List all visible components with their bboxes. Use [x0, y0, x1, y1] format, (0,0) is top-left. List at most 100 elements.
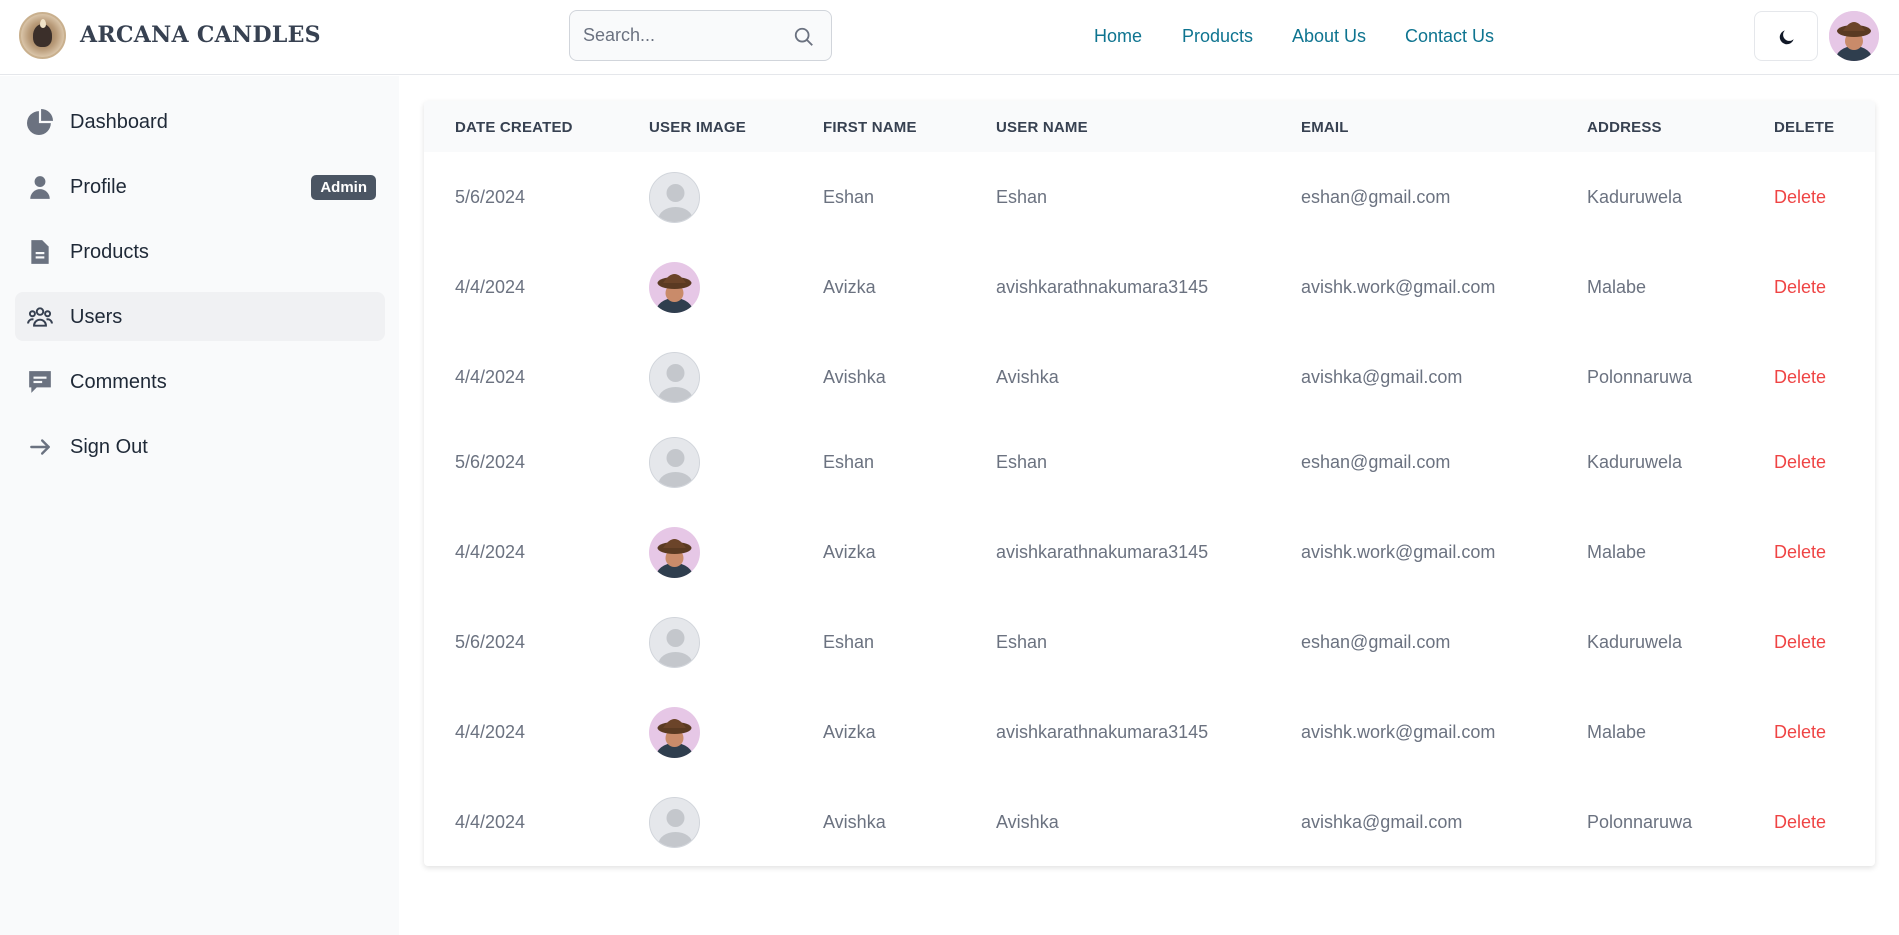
cell-date: 5/6/2024: [455, 187, 526, 207]
cell-first-name: Avizka: [823, 277, 876, 297]
user-avatar-image: [649, 527, 700, 578]
cell-date: 4/4/2024: [455, 367, 526, 387]
admin-badge: Admin: [311, 175, 376, 200]
sidebar-item-products[interactable]: Products: [15, 227, 385, 276]
cell-address: Malabe: [1587, 722, 1647, 742]
nav-home-link[interactable]: Home: [1094, 26, 1142, 47]
default-avatar-image: [649, 172, 700, 223]
cell-email: avishk.work@gmail.com: [1301, 277, 1496, 297]
cell-first-name: Avishka: [823, 812, 886, 832]
sidebar-item-comments[interactable]: Comments: [15, 357, 385, 406]
delete-user-link[interactable]: Delete: [1774, 542, 1826, 563]
cell-date: 4/4/2024: [455, 542, 526, 562]
sidebar-item-sign-out[interactable]: Sign Out: [15, 422, 385, 471]
cell-address: Polonnaruwa: [1587, 812, 1693, 832]
cell-user-name: avishkarathnakumara3145: [996, 722, 1209, 742]
cell-email: avishka@gmail.com: [1301, 812, 1463, 832]
sidebar-item-label: Sign Out: [70, 436, 148, 458]
cell-first-name: Eshan: [823, 632, 875, 652]
cell-email: avishka@gmail.com: [1301, 367, 1463, 387]
cell-date: 5/6/2024: [455, 452, 526, 472]
cell-address: Kaduruwela: [1587, 632, 1683, 652]
cell-email: eshan@gmail.com: [1301, 452, 1451, 472]
cell-date: 4/4/2024: [455, 812, 526, 832]
cell-email: eshan@gmail.com: [1301, 632, 1451, 652]
column-header-delete: DELETE: [1774, 119, 1835, 136]
delete-user-link[interactable]: Delete: [1774, 812, 1826, 833]
user-avatar-image: [649, 262, 700, 313]
delete-user-link[interactable]: Delete: [1774, 452, 1826, 473]
search-box[interactable]: [569, 10, 832, 61]
table-row: 4/4/2024 Avizka avishkarathnakumara3145 avi…: [424, 507, 1875, 597]
sidebar-item-users[interactable]: Users: [15, 292, 385, 341]
cell-address: Kaduruwela: [1587, 187, 1683, 207]
sidebar-item-label: Comments: [70, 371, 167, 393]
cell-email: avishk.work@gmail.com: [1301, 542, 1496, 562]
default-avatar-image: [649, 617, 700, 668]
table-row: 4/4/2024 Avishka Avishka avishka@gmail.com P…: [424, 332, 1875, 422]
table-row: 4/4/2024 Avizka avishkarathnakumara3145 avi…: [424, 687, 1875, 777]
default-avatar-image: [649, 797, 700, 848]
column-header-email: EMAIL: [1301, 119, 1349, 136]
sidebar-item-label: Products: [70, 241, 149, 263]
cell-first-name: Avizka: [823, 542, 876, 562]
cell-address: Kaduruwela: [1587, 452, 1683, 472]
cell-first-name: Avizka: [823, 722, 876, 742]
user-avatar-image: [649, 707, 700, 758]
cell-email: avishk.work@gmail.com: [1301, 722, 1496, 742]
chat-icon: [29, 371, 51, 393]
cell-user-name: avishkarathnakumara3145: [996, 542, 1209, 562]
cell-user-name: Eshan: [996, 187, 1048, 207]
document-icon: [31, 240, 49, 264]
search-icon[interactable]: [793, 26, 815, 48]
sidebar-item-label: Dashboard: [70, 111, 168, 133]
user-icon: [30, 176, 50, 199]
default-avatar-image: [649, 437, 700, 488]
arrow-right-icon: [30, 439, 50, 455]
column-header-first-name: FIRST NAME: [823, 119, 917, 136]
sidebar: Dashboard Profile Admin Products Users C…: [0, 76, 399, 935]
users-table: DATE CREATED USER IMAGE FIRST NAME USER …: [424, 101, 1875, 866]
nav-contact-link[interactable]: Contact Us: [1405, 26, 1494, 47]
search-input[interactable]: [583, 11, 783, 60]
column-header-user-name: USER NAME: [996, 119, 1088, 136]
cell-user-name: Avishka: [996, 367, 1059, 387]
cell-date: 4/4/2024: [455, 722, 526, 742]
nav-products-link[interactable]: Products: [1182, 26, 1253, 47]
cell-first-name: Eshan: [823, 452, 875, 472]
moon-icon: [1779, 30, 1794, 45]
default-avatar-image: [649, 352, 700, 403]
cell-address: Polonnaruwa: [1587, 367, 1693, 387]
top-navbar: ARCANA CANDLES Home Products About Us Co…: [0, 0, 1899, 75]
cell-first-name: Eshan: [823, 187, 875, 207]
cell-date: 4/4/2024: [455, 277, 526, 297]
delete-user-link[interactable]: Delete: [1774, 722, 1826, 743]
cell-email: eshan@gmail.com: [1301, 187, 1451, 207]
cell-date: 5/6/2024: [455, 632, 526, 652]
sidebar-item-label: Profile: [70, 176, 127, 198]
delete-user-link[interactable]: Delete: [1774, 367, 1826, 388]
cell-user-name: avishkarathnakumara3145: [996, 277, 1209, 297]
cell-user-name: Eshan: [996, 452, 1048, 472]
cell-user-name: Avishka: [996, 812, 1059, 832]
table-row: 5/6/2024 Eshan Eshan eshan@gmail.com Kaduruw…: [424, 597, 1875, 687]
users-group-icon: [27, 307, 53, 327]
user-avatar[interactable]: [1829, 11, 1879, 61]
delete-user-link[interactable]: Delete: [1774, 277, 1826, 298]
cell-address: Malabe: [1587, 542, 1647, 562]
delete-user-link[interactable]: Delete: [1774, 187, 1826, 208]
sidebar-item-dashboard[interactable]: Dashboard: [15, 97, 385, 146]
theme-toggle-button[interactable]: [1754, 11, 1818, 61]
cell-first-name: Avishka: [823, 367, 886, 387]
column-header-date: DATE CREATED: [455, 119, 573, 136]
brand-name[interactable]: ARCANA CANDLES: [80, 22, 321, 48]
sidebar-item-label: Users: [70, 306, 123, 328]
sidebar-item-profile[interactable]: Profile Admin: [15, 162, 385, 211]
column-header-image: USER IMAGE: [649, 119, 747, 136]
cell-user-name: Eshan: [996, 632, 1048, 652]
nav-about-link[interactable]: About Us: [1292, 26, 1366, 47]
brand-logo[interactable]: [19, 12, 66, 59]
table-header: DATE CREATED USER IMAGE FIRST NAME USER …: [424, 101, 1875, 152]
cell-address: Malabe: [1587, 277, 1647, 297]
delete-user-link[interactable]: Delete: [1774, 632, 1826, 653]
